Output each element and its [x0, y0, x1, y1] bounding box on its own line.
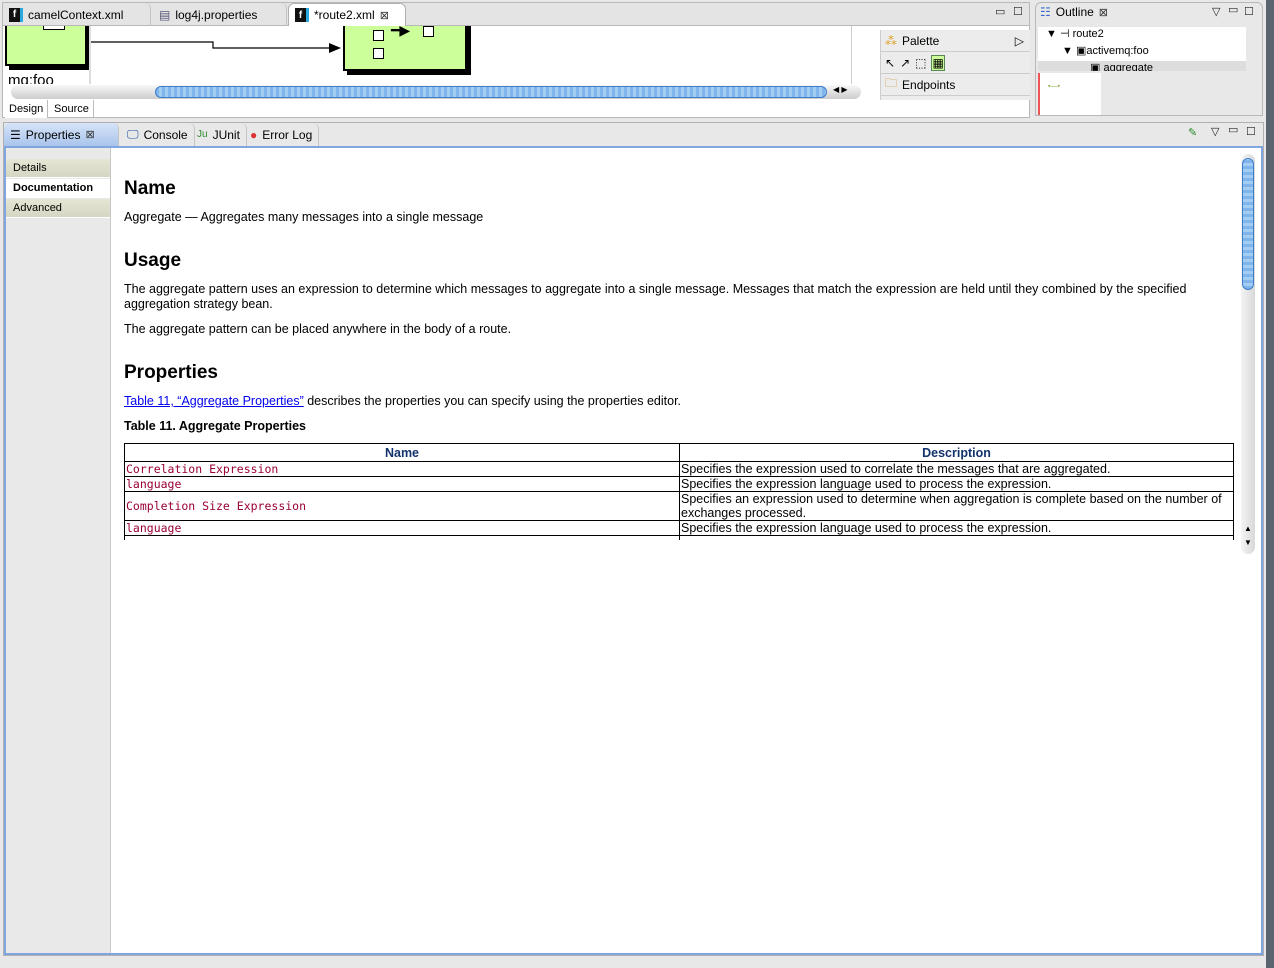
connection-tool-icon[interactable]: ↗: [900, 56, 910, 70]
desktop-edge: [1266, 0, 1274, 968]
fuse-icon: f: [9, 7, 23, 22]
table-link[interactable]: Table 11, “Aggregate Properties”: [124, 394, 304, 408]
usage-paragraph: The aggregate pattern can be placed anyw…: [124, 322, 512, 336]
file-icon: ▤: [159, 7, 171, 22]
aggregate-node[interactable]: ━▶: [343, 26, 467, 71]
minimize-icon[interactable]: ▭: [1228, 123, 1238, 136]
palette: ⁂ Palette ▷ ↖ ↗ ⬚ ▦ 🗀 Endpoints: [880, 30, 1030, 100]
outline-icon: ☷: [1040, 5, 1051, 19]
column-header: Description: [679, 443, 1234, 462]
palette-tools: ↖ ↗ ⬚ ▦: [881, 52, 1030, 74]
editor-tabbar: f camelContext.xml ▤ log4j.properties f *ro…: [3, 3, 1029, 26]
fuse-icon: f: [295, 8, 309, 22]
tab-design[interactable]: Design: [5, 100, 49, 118]
select-tool-icon[interactable]: ↖: [885, 56, 895, 70]
properties-icon: ☰: [10, 127, 21, 142]
heading-properties: Properties: [124, 362, 218, 383]
column-header: Name: [124, 443, 680, 462]
table-row: Correlation Expression Specifies the expr…: [124, 461, 1234, 477]
tab-properties[interactable]: ☰ Properties ⊠: [4, 123, 119, 146]
node-label: mq:foo: [8, 72, 54, 84]
close-icon[interactable]: ⊠: [380, 9, 389, 22]
connection-arrow[interactable]: [91, 36, 347, 56]
tab-outline[interactable]: ☷ Outline ⊠: [1040, 5, 1108, 19]
tree-item[interactable]: ▼ ⊣ route2: [1038, 27, 1246, 44]
table-row: language Specifies the expression languag…: [124, 520, 1234, 536]
maximize-icon[interactable]: ☐: [1244, 5, 1254, 18]
vertical-scrollbar[interactable]: ▲ ▼: [1241, 154, 1255, 554]
outline-view: ☷ Outline ⊠ ▽ ▭ ☐ ▼ ⊣ route2 ▼ ▣activemq:f…: [1035, 2, 1263, 116]
endpoint-node[interactable]: [5, 26, 87, 66]
tab-camelcontext[interactable]: f camelContext.xml: [3, 3, 151, 26]
usage-paragraph: The aggregate pattern uses an expression…: [124, 282, 1187, 311]
properties-frame: Details Documentation Advanced Name Aggr…: [4, 146, 1263, 955]
tab-route2[interactable]: f *route2.xml ⊠: [288, 3, 406, 26]
tab-error-log[interactable]: ● Error Log: [244, 123, 320, 146]
properties-table: Name Description Correlation Expression Sp…: [124, 443, 1234, 540]
tree-item[interactable]: ▣ aggregate: [1038, 61, 1246, 71]
editor-area: f camelContext.xml ▤ log4j.properties f *ro…: [2, 2, 1030, 118]
diagram-canvas[interactable]: mq:foo ━▶: [3, 26, 863, 84]
maximize-icon[interactable]: ☐: [1013, 5, 1023, 18]
palette-icon: ⁂: [885, 33, 897, 48]
tab-console[interactable]: 🖵 Console: [121, 123, 195, 146]
heading-name: Name: [124, 178, 176, 199]
pin-icon[interactable]: ✎: [1188, 126, 1197, 139]
marquee-tool-icon[interactable]: ⬚: [915, 56, 926, 70]
minimize-icon[interactable]: ▭: [1228, 3, 1238, 16]
tab-log4j[interactable]: ▤ log4j.properties: [153, 3, 287, 26]
palette-drawer-endpoints[interactable]: 🗀 Endpoints: [881, 74, 1030, 96]
console-icon: 🖵: [127, 127, 139, 141]
side-tab-documentation[interactable]: Documentation: [6, 179, 110, 198]
side-tab-details[interactable]: Details: [6, 159, 110, 178]
maximize-icon[interactable]: ☐: [1246, 125, 1256, 138]
table-title: Table 11. Aggregate Properties: [124, 419, 307, 433]
horizontal-scrollbar[interactable]: ◀ ▶: [11, 85, 861, 99]
properties-intro: Table 11, “Aggregate Properties” describ…: [124, 394, 682, 408]
folder-icon: 🗀: [885, 76, 898, 90]
properties-view: ☰ Properties ⊠ 🖵 Console Ju JUnit ● Error Log…: [3, 122, 1264, 956]
palette-header[interactable]: ⁂ Palette ▷: [881, 30, 1030, 52]
view-menu-icon[interactable]: ▽: [1212, 5, 1220, 18]
error-log-icon: ●: [250, 127, 258, 142]
tab-source[interactable]: Source: [50, 100, 94, 118]
layout-tool-icon[interactable]: ▦: [931, 54, 945, 71]
side-tab-advanced[interactable]: Advanced: [6, 199, 110, 218]
heading-usage: Usage: [124, 250, 182, 271]
tab-junit[interactable]: Ju JUnit: [191, 123, 247, 146]
outline-tree: ▼ ⊣ route2 ▼ ▣activemq:foo ▣ aggregate: [1038, 27, 1246, 71]
junit-icon: Ju: [197, 129, 208, 140]
view-tabbar: ☰ Properties ⊠ 🖵 Console Ju JUnit ● Error Log…: [4, 123, 1263, 146]
close-icon[interactable]: ⊠: [85, 128, 94, 141]
chevron-right-icon[interactable]: ▷: [1015, 34, 1024, 48]
name-text: Aggregate — Aggregates many messages int…: [124, 210, 484, 224]
tree-item[interactable]: ▼ ▣activemq:foo: [1038, 44, 1246, 61]
close-icon[interactable]: ⊠: [1099, 6, 1108, 19]
minimize-icon[interactable]: ▭: [995, 5, 1005, 18]
outline-overview[interactable]: ▪—▪: [1038, 73, 1101, 115]
table-row: Completion Size Expression Specifies an e…: [124, 491, 1234, 521]
property-tabs: Details Documentation Advanced: [6, 148, 111, 953]
view-menu-icon[interactable]: ▽: [1211, 125, 1219, 138]
table-row: language Specifies the expression languag…: [124, 476, 1234, 492]
